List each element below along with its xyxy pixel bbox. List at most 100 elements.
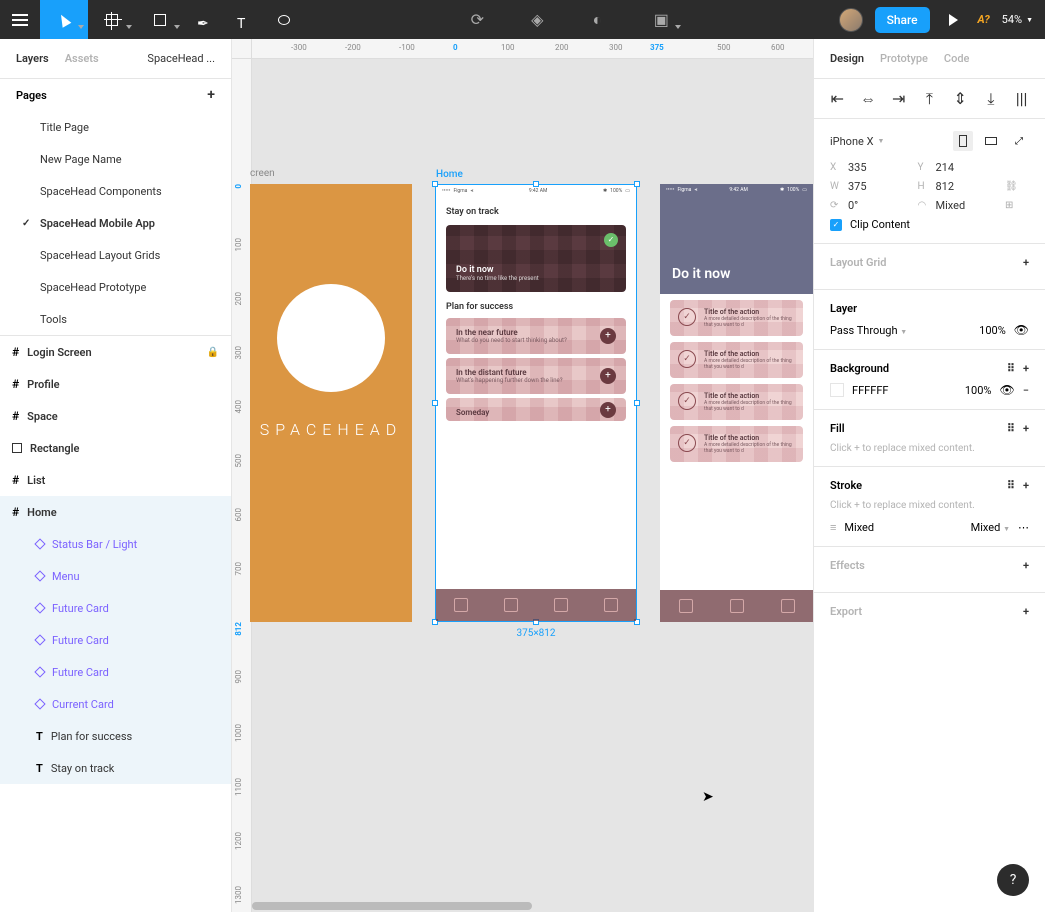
help-button[interactable]: ?	[997, 864, 1029, 896]
height-input[interactable]: H812	[918, 180, 998, 193]
layer-instance[interactable]: Future Card	[0, 592, 231, 624]
project-name[interactable]: SpaceHead ...	[147, 52, 215, 65]
frame-tool-button[interactable]	[88, 0, 136, 39]
distribute-button[interactable]: |||	[1010, 87, 1034, 111]
layer-frame-space[interactable]: #Space	[0, 400, 231, 432]
canvas[interactable]: -300-200-1000100200300375500600700 01002…	[232, 39, 813, 912]
page-item[interactable]: SpaceHead Layout Grids	[0, 239, 231, 271]
layer-frame-home[interactable]: #Home	[0, 496, 231, 528]
layer-instance[interactable]: Current Card	[0, 688, 231, 720]
remove-bg-button[interactable]: −	[1023, 384, 1029, 397]
main-menu-button[interactable]	[0, 0, 40, 39]
present-button[interactable]	[942, 0, 966, 39]
resize-handle[interactable]	[533, 181, 539, 187]
shape-tool-button[interactable]	[136, 0, 184, 39]
bg-opacity-input[interactable]: 100%	[965, 384, 992, 397]
reload-button[interactable]: ⟳	[457, 0, 497, 39]
tab-assets[interactable]: Assets	[65, 52, 99, 65]
component-icon	[34, 602, 45, 613]
corner-radius-input[interactable]: ◠Mixed	[918, 199, 998, 212]
artboard-login[interactable]: creen SPACEHEAD	[250, 184, 412, 622]
layer-instance[interactable]: Future Card	[0, 624, 231, 656]
layer-instance[interactable]: Menu	[0, 560, 231, 592]
tab-layers[interactable]: Layers	[16, 52, 49, 65]
page-item[interactable]: SpaceHead Components	[0, 175, 231, 207]
layer-rectangle[interactable]: Rectangle	[0, 432, 231, 464]
add-bg-button[interactable]: +	[1023, 362, 1029, 375]
artboard-label[interactable]: Home	[436, 169, 463, 180]
layer-text[interactable]: TStay on track	[0, 752, 231, 784]
style-button[interactable]: ⠿	[1007, 479, 1015, 492]
artboard-list[interactable]: List •••••Figma⪡ 9:42 AM ✱100%▭ Do it no…	[660, 184, 813, 622]
resize-to-fit-button[interactable]: ⤢	[1009, 131, 1029, 151]
add-stroke-button[interactable]: +	[1023, 479, 1029, 492]
opacity-input[interactable]: 100%	[979, 324, 1006, 337]
layer-instance[interactable]: Status Bar / Light	[0, 528, 231, 560]
rotation-input[interactable]: ⟳0°	[830, 199, 910, 212]
missing-font-indicator[interactable]: A?	[978, 13, 990, 26]
move-tool-button[interactable]	[40, 0, 88, 39]
align-top-button[interactable]: ⤒	[917, 87, 941, 111]
align-hcenter-button[interactable]: ⇔	[856, 87, 880, 111]
stroke-weight-input[interactable]: Mixed	[844, 521, 962, 534]
check-icon: ✓	[678, 308, 696, 326]
artboard-home[interactable]: Home 375×812 •••••Figma⪡ 9:42 AM ✱100%▭ …	[435, 184, 637, 622]
resize-handle[interactable]	[634, 400, 640, 406]
mask-button[interactable]: ◐	[577, 0, 617, 39]
horizontal-scrollbar[interactable]	[252, 902, 532, 910]
share-button[interactable]: Share	[875, 7, 930, 33]
link-dimensions-button[interactable]: ⛓	[1005, 181, 1029, 192]
layer-frame-login[interactable]: #Login Screen🔒	[0, 336, 231, 368]
artboard-label[interactable]: creen	[250, 168, 275, 179]
y-input[interactable]: Y214	[918, 161, 998, 174]
pen-tool-button[interactable]	[184, 0, 224, 39]
lock-icon[interactable]: 🔒	[207, 347, 219, 358]
resize-handle[interactable]	[432, 400, 438, 406]
align-vcenter-button[interactable]: ⇕	[948, 87, 972, 111]
visibility-toggle[interactable]: 👁	[1014, 323, 1029, 337]
independent-corners-button[interactable]: ⊞	[1005, 200, 1029, 211]
style-button[interactable]: ⠿	[1007, 362, 1015, 375]
add-fill-button[interactable]: +	[1023, 422, 1029, 435]
add-effect-button[interactable]: +	[1023, 559, 1029, 572]
align-bottom-button[interactable]: ⤓	[979, 87, 1003, 111]
landscape-button[interactable]	[981, 131, 1001, 151]
device-preset-select[interactable]: iPhone X▼	[830, 135, 945, 148]
tab-prototype[interactable]: Prototype	[880, 52, 928, 65]
layer-frame-list[interactable]: #List	[0, 464, 231, 496]
layer-frame-profile[interactable]: #Profile	[0, 368, 231, 400]
user-avatar[interactable]	[839, 8, 863, 32]
width-input[interactable]: W375	[830, 180, 910, 193]
stroke-side-select[interactable]: Mixed ▼	[971, 521, 1010, 534]
add-page-button[interactable]: +	[207, 87, 215, 103]
portrait-button[interactable]	[953, 131, 973, 151]
comment-tool-button[interactable]	[264, 0, 304, 39]
tab-design[interactable]: Design	[830, 52, 864, 65]
zoom-menu[interactable]: 54%▼	[1002, 13, 1033, 26]
boolean-button[interactable]: ▣	[637, 0, 685, 39]
bg-hex-input[interactable]: FFFFFF	[852, 384, 957, 397]
layer-text[interactable]: TPlan for success	[0, 720, 231, 752]
page-item[interactable]: Title Page	[0, 111, 231, 143]
align-right-button[interactable]: ⇥	[887, 87, 911, 111]
add-export-button[interactable]: +	[1023, 605, 1029, 618]
clip-content-checkbox[interactable]: ✓	[830, 219, 842, 231]
tab-code[interactable]: Code	[944, 52, 970, 65]
x-input[interactable]: X335	[830, 161, 910, 174]
page-item[interactable]: Tools	[0, 303, 231, 335]
style-button[interactable]: ⠿	[1007, 422, 1015, 435]
component-button[interactable]: ◈	[517, 0, 557, 39]
color-swatch[interactable]	[830, 383, 844, 397]
visibility-toggle[interactable]: 👁	[999, 383, 1014, 397]
align-left-button[interactable]: ⇤	[825, 87, 849, 111]
blend-mode-select[interactable]: Pass Through ▼	[830, 324, 971, 337]
page-item[interactable]: SpaceHead Mobile App	[0, 207, 231, 239]
resize-handle[interactable]	[634, 181, 640, 187]
page-item[interactable]: New Page Name	[0, 143, 231, 175]
resize-handle[interactable]	[432, 181, 438, 187]
stroke-more-button[interactable]: ⋯	[1018, 521, 1029, 534]
layer-instance[interactable]: Future Card	[0, 656, 231, 688]
add-grid-button[interactable]: +	[1023, 256, 1029, 269]
text-tool-button[interactable]	[224, 0, 264, 39]
page-item[interactable]: SpaceHead Prototype	[0, 271, 231, 303]
